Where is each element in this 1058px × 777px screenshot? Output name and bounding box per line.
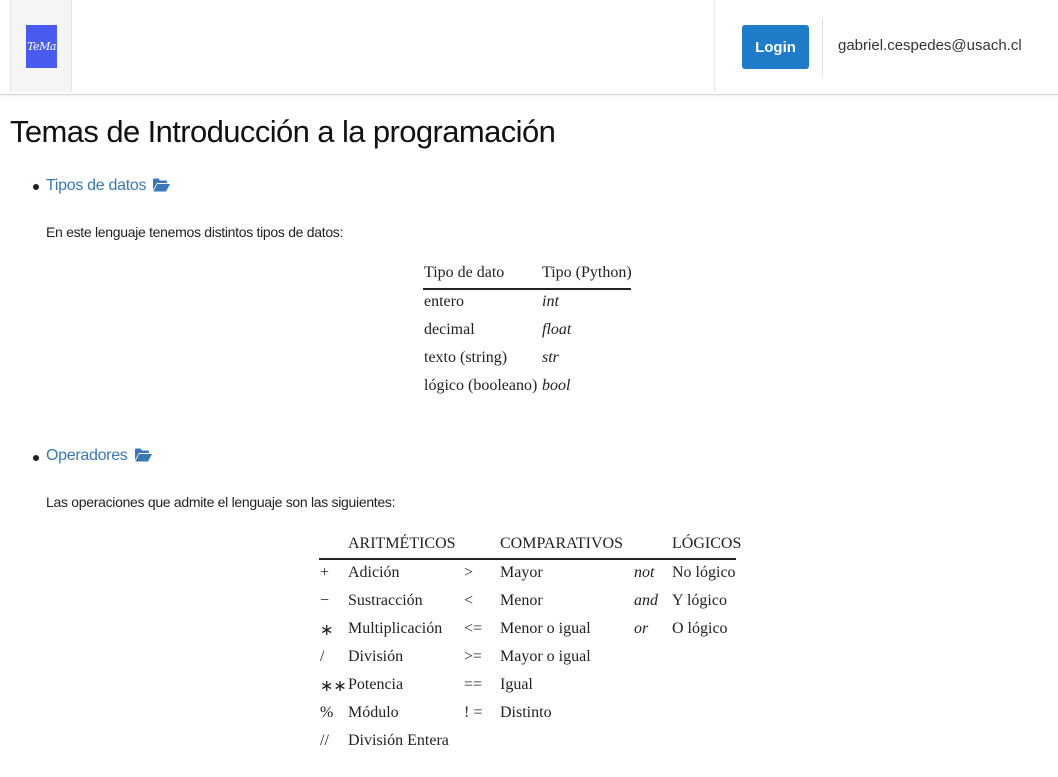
operator-symbol: < <box>464 592 474 609</box>
operator-symbol: − <box>320 592 330 609</box>
table-cell: float <box>542 321 572 338</box>
operator-name: Y lógico <box>672 592 727 609</box>
table-cell: entero <box>424 293 464 310</box>
operator-name: Mayor <box>500 564 543 581</box>
operator-name: Multiplicación <box>348 620 443 637</box>
topic-description: En este lenguaje tenemos distintos tipos… <box>46 224 344 240</box>
operator-symbol: ∗∗ <box>320 678 347 695</box>
operator-symbol: / <box>320 648 325 665</box>
folder-open-icon[interactable] <box>153 178 171 192</box>
table-header: Tipo de dato <box>424 264 505 281</box>
operator-symbol: ∗ <box>320 622 334 639</box>
login-button[interactable]: Login <box>742 25 809 69</box>
operator-symbol: + <box>320 564 330 581</box>
operator-symbol: ! = <box>464 704 483 721</box>
topic-link-operadores[interactable]: Operadores <box>46 447 152 465</box>
topic-link-label[interactable]: Operadores <box>46 447 128 464</box>
table-header: ARITMÉTICOS <box>348 535 456 552</box>
table-cell: texto (string) <box>424 349 508 366</box>
table-cell: lógico (booleano) <box>424 377 538 394</box>
operator-symbol: % <box>320 704 334 721</box>
operator-name: Potencia <box>348 676 404 693</box>
operator-name: Adición <box>348 564 400 581</box>
operator-symbol: not <box>634 564 655 581</box>
operator-name: Igual <box>500 676 533 693</box>
operator-symbol: and <box>634 592 658 609</box>
navbar-divider <box>822 18 823 76</box>
operator-name: Menor <box>500 592 543 609</box>
operator-symbol: <= <box>464 620 483 637</box>
table-cell: int <box>542 293 559 310</box>
operator-name: Módulo <box>348 704 399 721</box>
operator-symbol: >= <box>464 648 483 665</box>
logo-container[interactable]: TeMa <box>10 0 72 92</box>
page-title: Temas de Introducción a la programación <box>10 114 556 149</box>
table-header-rule <box>423 288 631 290</box>
operator-name: Sustracción <box>348 592 423 609</box>
list-bullet <box>33 184 39 190</box>
operator-name: Menor o igual <box>500 620 591 637</box>
topic-link-label[interactable]: Tipos de datos <box>46 177 146 194</box>
operator-name: División <box>348 648 404 665</box>
table-cell: bool <box>542 377 571 394</box>
operator-name: División Entera <box>348 732 449 749</box>
operator-name: O lógico <box>672 620 728 637</box>
table-header: COMPARATIVOS <box>500 535 623 552</box>
topic-description: Las operaciones que admite el lenguaje s… <box>46 494 396 510</box>
topic-link-tipos-de-datos[interactable]: Tipos de datos <box>46 177 171 195</box>
operator-name: No lógico <box>672 564 736 581</box>
table-header-rule <box>319 558 736 560</box>
list-bullet <box>33 455 39 461</box>
operator-name: Distinto <box>500 704 552 721</box>
user-email[interactable]: gabriel.cespedes@usach.cl <box>838 37 1022 54</box>
table-header: LÓGICOS <box>672 535 742 552</box>
tema-logo[interactable]: TeMa <box>26 25 57 68</box>
operator-symbol: or <box>634 620 649 637</box>
table-header: Tipo (Python) <box>542 264 632 281</box>
table-cell: str <box>542 349 559 366</box>
operator-symbol: // <box>320 732 329 749</box>
operator-symbol: > <box>464 564 474 581</box>
folder-open-icon[interactable] <box>134 448 152 462</box>
operator-symbol: == <box>464 676 483 693</box>
operator-name: Mayor o igual <box>500 648 591 665</box>
table-cell: decimal <box>424 321 475 338</box>
